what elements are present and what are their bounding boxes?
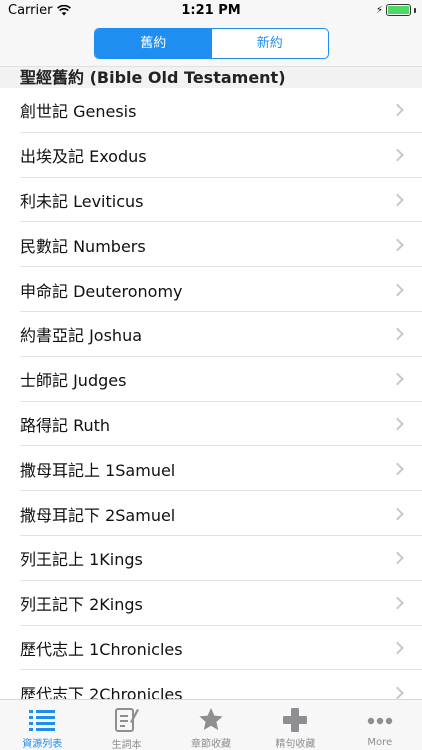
- star-icon: [198, 707, 224, 732]
- list-item-title: 出埃及記 Exodus: [20, 147, 147, 167]
- tab-bar: 資源列表 生詞本 章節收藏 精句收藏 More: [0, 699, 422, 750]
- tab-label: 資源列表: [22, 739, 63, 750]
- list-item-title: 歷代志上 1Chronicles: [20, 639, 183, 659]
- book-list: 創世記 Genesis 出埃及記 Exodus 利未記 Leviticus 民數…: [0, 88, 422, 699]
- list-item-title: 路得記 Ruth: [20, 415, 111, 435]
- list-item-judges[interactable]: 士師記 Judges: [0, 357, 422, 402]
- chevron-right-icon: [391, 104, 404, 117]
- battery-tip: [414, 7, 416, 13]
- list-item-title: 利未記 Leviticus: [20, 191, 144, 211]
- battery-icon: [386, 4, 411, 16]
- list-item-1kings[interactable]: 列王記上 1Kings: [0, 536, 422, 581]
- chevron-right-icon: [391, 641, 404, 655]
- tab-label: More: [367, 737, 393, 748]
- tab-sentence-favorites[interactable]: 精句收藏: [253, 700, 337, 750]
- list-item-title: 創世記 Genesis: [20, 102, 137, 122]
- plus-icon: [283, 707, 308, 732]
- list-item-title: 申命記 Deuteronomy: [20, 281, 183, 301]
- notebook-icon: [114, 707, 139, 733]
- tab-label: 精句收藏: [275, 739, 316, 750]
- list-item-2kings[interactable]: 列王記下 2Kings: [0, 581, 422, 626]
- chevron-right-icon: [391, 372, 404, 386]
- tab-label: 章節收藏: [191, 739, 232, 750]
- list-item-ruth[interactable]: 路得記 Ruth: [0, 402, 422, 447]
- navigation-bar: 舊約 新約: [0, 22, 422, 66]
- chevron-right-icon: [391, 596, 404, 610]
- list-item-title: 約書亞記 Joshua: [20, 326, 143, 346]
- tab-resource-list[interactable]: 資源列表: [0, 700, 84, 750]
- battery-group: ⚡: [376, 4, 416, 16]
- list-item-title: 列王記上 1Kings: [20, 550, 143, 570]
- status-bar: Carrier 1:21 PM ⚡: [0, 0, 422, 22]
- chevron-right-icon: [391, 148, 404, 162]
- list-item-joshua[interactable]: 約書亞記 Joshua: [0, 312, 422, 357]
- chevron-right-icon: [391, 283, 404, 296]
- chevron-right-icon: [391, 462, 404, 476]
- segment-new-testament[interactable]: 新約: [212, 29, 329, 58]
- list-item-title: 歷代志下 2Chronicles: [20, 684, 183, 699]
- chevron-right-icon: [391, 417, 404, 431]
- list-item-leviticus[interactable]: 利未記 Leviticus: [0, 178, 422, 223]
- list-item-1chronicles[interactable]: 歷代志上 1Chronicles: [0, 626, 422, 671]
- chevron-right-icon: [391, 551, 404, 565]
- chevron-right-icon: [391, 238, 404, 252]
- list-item-title: 民數記 Numbers: [20, 236, 146, 256]
- list-icon: [29, 707, 56, 732]
- section-header: 聖經舊約 (Bible Old Testament): [0, 66, 422, 88]
- list-item-exodus[interactable]: 出埃及記 Exodus: [0, 133, 422, 178]
- chevron-right-icon: [391, 328, 404, 341]
- list-item-title: 列王記下 2Kings: [20, 595, 143, 615]
- tab-label: 生詞本: [111, 740, 142, 750]
- tab-vocabulary[interactable]: 生詞本: [84, 700, 168, 750]
- list-item-2chronicles[interactable]: 歷代志下 2Chronicles: [0, 670, 422, 699]
- list-item-title: 撒母耳記上 1Samuel: [20, 460, 176, 480]
- testament-segmented-control: 舊約 新約: [94, 28, 329, 59]
- list-item-deuteronomy[interactable]: 申命記 Deuteronomy: [0, 267, 422, 312]
- segment-old-testament[interactable]: 舊約: [95, 29, 212, 58]
- more-icon: [367, 707, 393, 734]
- status-time: 1:21 PM: [181, 3, 241, 18]
- list-item-title: 士師記 Judges: [20, 371, 127, 391]
- list-item-numbers[interactable]: 民數記 Numbers: [0, 222, 422, 267]
- chevron-right-icon: [391, 686, 404, 699]
- chevron-right-icon: [391, 507, 404, 520]
- list-item-2samuel[interactable]: 撒母耳記下 2Samuel: [0, 491, 422, 536]
- list-item-title: 撒母耳記下 2Samuel: [20, 505, 176, 525]
- tab-more[interactable]: More: [338, 700, 422, 750]
- list-item-genesis[interactable]: 創世記 Genesis: [0, 88, 422, 133]
- tab-chapter-favorites[interactable]: 章節收藏: [169, 700, 253, 750]
- chevron-right-icon: [391, 193, 404, 207]
- list-item-1samuel[interactable]: 撒母耳記上 1Samuel: [0, 446, 422, 491]
- charging-icon: ⚡: [375, 4, 383, 16]
